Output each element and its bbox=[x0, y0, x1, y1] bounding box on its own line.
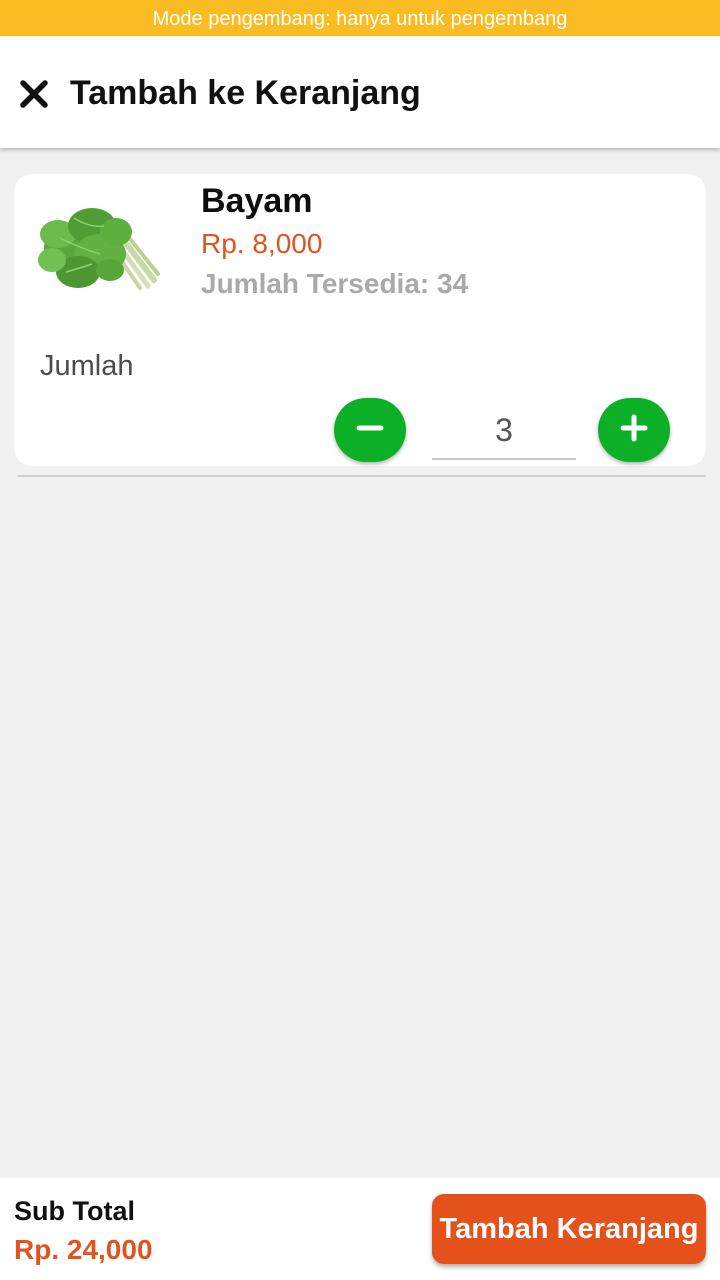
divider bbox=[18, 475, 706, 477]
subtotal-label: Sub Total bbox=[14, 1196, 135, 1226]
product-price: Rp. 8,000 bbox=[201, 228, 323, 259]
product-stock: Jumlah Tersedia: 34 bbox=[201, 268, 469, 299]
checkout-bar: Sub Total Rp. 24,000 Tambah Keranjang bbox=[0, 1178, 720, 1280]
product-card: Bayam Rp. 8,000 Jumlah Tersedia: 34 Juml… bbox=[14, 174, 706, 466]
close-icon[interactable] bbox=[14, 76, 54, 112]
developer-mode-banner: Mode pengembang: hanya untuk pengembang bbox=[0, 0, 720, 36]
quantity-label: Jumlah bbox=[40, 350, 134, 382]
subtotal-value: Rp. 24,000 bbox=[14, 1234, 153, 1265]
page-title: Tambah ke Keranjang bbox=[70, 74, 421, 112]
increase-quantity-button[interactable] bbox=[598, 398, 670, 462]
decrease-quantity-button[interactable] bbox=[334, 398, 406, 462]
spinach-image bbox=[30, 188, 162, 300]
product-name: Bayam bbox=[201, 182, 313, 220]
quantity-input[interactable] bbox=[432, 402, 576, 460]
add-to-cart-button[interactable]: Tambah Keranjang bbox=[432, 1194, 706, 1264]
app-bar: Tambah ke Keranjang bbox=[0, 36, 720, 148]
minus-icon bbox=[356, 414, 384, 447]
plus-icon bbox=[620, 414, 648, 447]
